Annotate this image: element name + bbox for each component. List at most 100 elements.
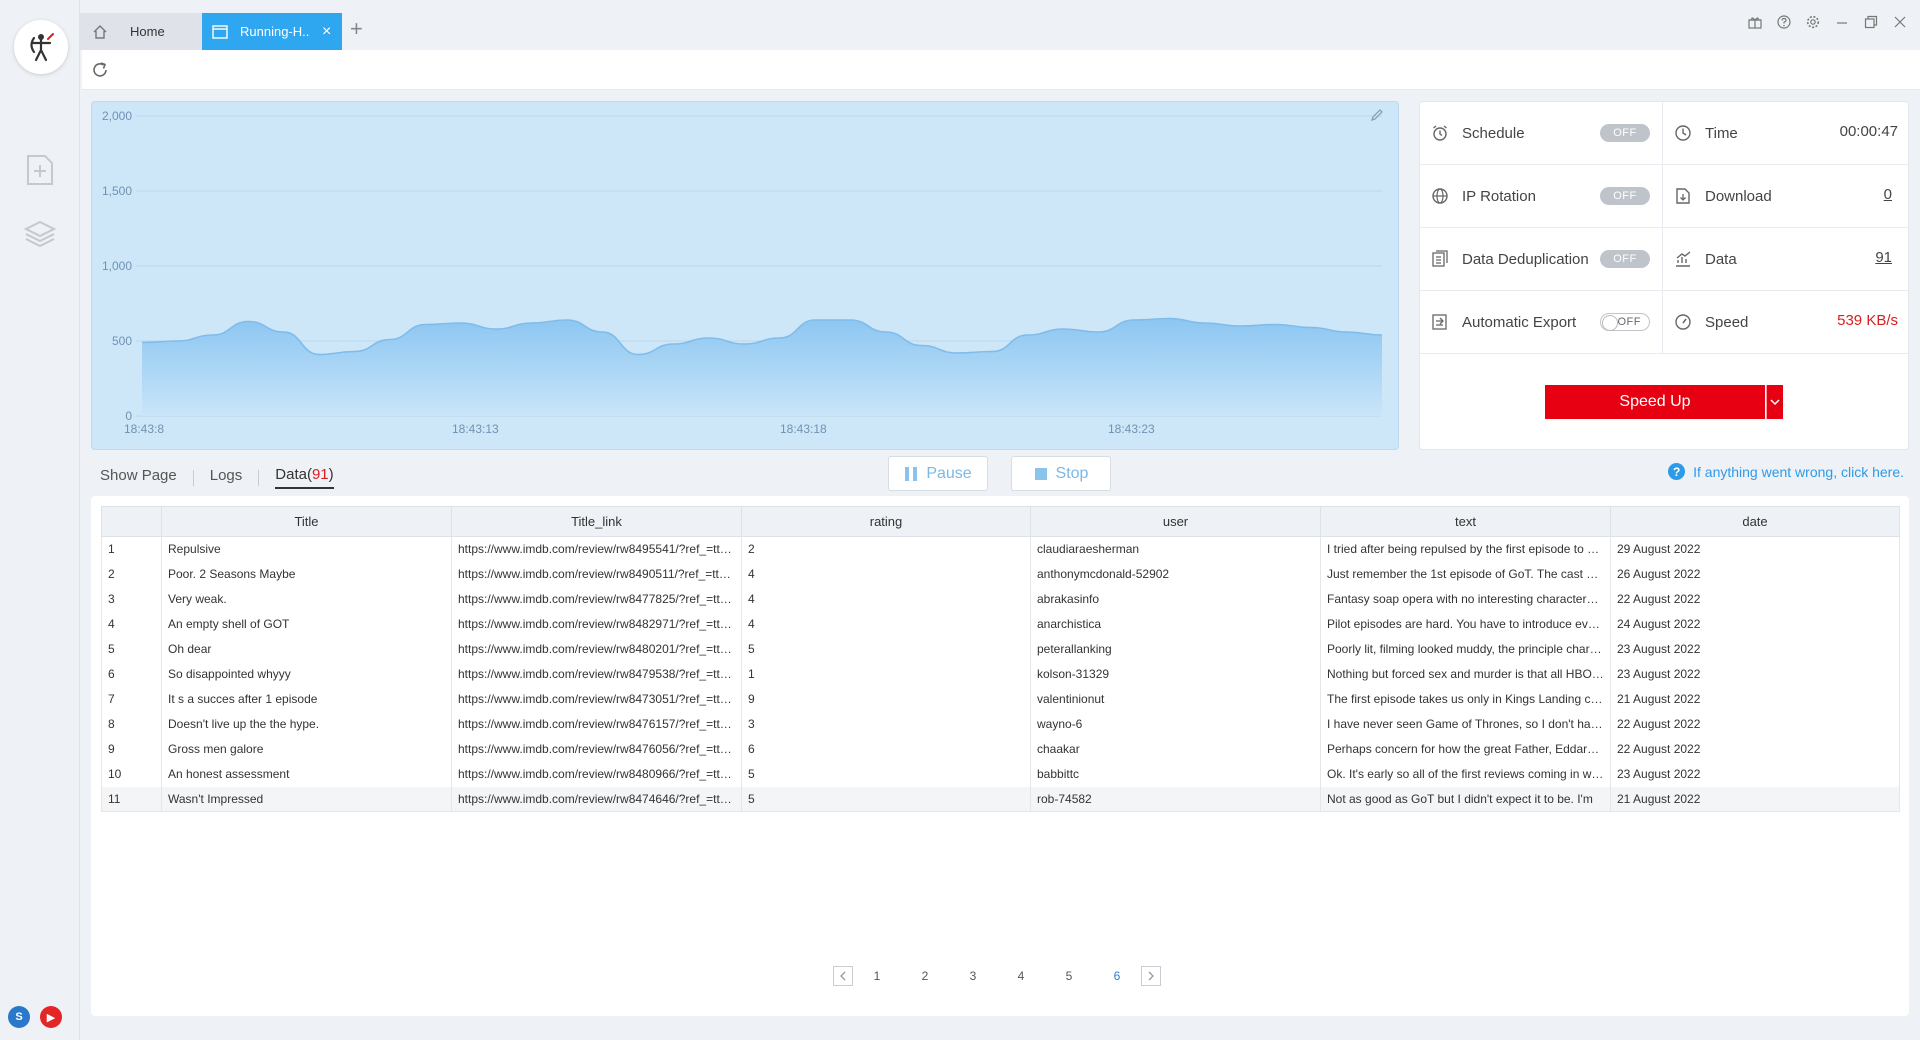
settings-icon[interactable]	[1805, 14, 1821, 30]
table-cell: Not as good as GoT but I didn't expect i…	[1320, 786, 1611, 812]
toolbar	[82, 50, 1920, 90]
table-row[interactable]: 8 Doesn't live up the the hype. https://ww…	[101, 711, 1900, 737]
page-number[interactable]: 2	[901, 969, 949, 983]
youtube-icon[interactable]: ▶	[40, 1006, 62, 1028]
tab-logs[interactable]: Logs	[210, 467, 243, 488]
table-body: 1 Repulsive https://www.imdb.com/review/rw…	[101, 536, 1900, 812]
left-rail: S ▶	[0, 0, 80, 1040]
table-row[interactable]: 7 It s a succes after 1 episode https://ww…	[101, 686, 1900, 712]
help-icon[interactable]	[1776, 14, 1792, 30]
layers-icon[interactable]	[22, 216, 58, 252]
tab-close-icon[interactable]: ×	[322, 23, 331, 40]
speed-up-button[interactable]: Speed Up	[1545, 385, 1765, 419]
table-cell: 10	[101, 761, 162, 787]
page-number[interactable]: 1	[853, 969, 901, 983]
help-link[interactable]: ? If anything went wrong, click here.	[1668, 463, 1904, 480]
page-number[interactable]: 4	[997, 969, 1045, 983]
tab-divider	[192, 469, 194, 486]
table-cell: https://www.imdb.com/review/rw8480966/?r…	[451, 761, 742, 787]
pause-button[interactable]: Pause	[888, 456, 988, 491]
speed-label: Speed	[1705, 313, 1749, 331]
table-cell: 6	[101, 661, 162, 687]
page-number[interactable]: 5	[1045, 969, 1093, 983]
table-cell: anarchistica	[1030, 611, 1321, 637]
page-number[interactable]: 6	[1093, 969, 1141, 983]
tab-data-count: 91	[311, 466, 329, 483]
table-cell: An empty shell of GOT	[161, 611, 452, 637]
table-row[interactable]: 9 Gross men galore https://www.imdb.com/re…	[101, 736, 1900, 762]
table-cell: https://www.imdb.com/review/rw8476056/?r…	[451, 736, 742, 762]
stop-button[interactable]: Stop	[1011, 456, 1111, 491]
table-row[interactable]: 4 An empty shell of GOT https://www.imdb.c…	[101, 611, 1900, 637]
pause-label: Pause	[926, 464, 972, 482]
time-value: 00:00:47	[1839, 123, 1898, 140]
refresh-icon[interactable]	[90, 60, 110, 80]
column-header[interactable]: Title	[161, 506, 452, 537]
table-cell: Oh dear	[161, 636, 452, 662]
table-row[interactable]: 5 Oh dear https://www.imdb.com/review/rw84…	[101, 636, 1900, 662]
table-cell: 6	[741, 736, 1031, 762]
page-number[interactable]: 3	[949, 969, 997, 983]
download-icon	[1673, 186, 1693, 206]
skype-icon[interactable]: S	[8, 1006, 30, 1028]
table-row[interactable]: 11 Wasn't Impressed https://www.imdb.com/r…	[101, 786, 1900, 812]
table-row[interactable]: 2 Poor. 2 Seasons Maybe https://www.imdb.c…	[101, 561, 1900, 587]
home-icon	[93, 24, 107, 39]
tab-show-page[interactable]: Show Page	[100, 467, 177, 488]
data-table: Title Title_link rating user text date 1 Repul…	[101, 506, 1900, 812]
table-row[interactable]: 1 Repulsive https://www.imdb.com/review/rw…	[101, 536, 1900, 562]
restore-icon[interactable]	[1863, 14, 1879, 30]
table-cell: https://www.imdb.com/review/rw8476157/?r…	[451, 711, 742, 737]
prev-page-button[interactable]	[833, 966, 853, 986]
tab-running[interactable]: Running-H... ×	[202, 13, 342, 50]
tab-divider	[258, 469, 260, 486]
column-header[interactable]: user	[1030, 506, 1321, 537]
tab-data[interactable]: Data(91)	[275, 466, 334, 489]
ip-rotation-toggle[interactable]: OFF	[1600, 187, 1650, 205]
new-task-icon[interactable]	[22, 152, 58, 188]
column-header[interactable]: rating	[741, 506, 1031, 537]
schedule-toggle[interactable]: OFF	[1600, 124, 1650, 142]
table-cell: 2	[101, 561, 162, 587]
stats-row-1: Schedule OFF Time 00:00:47	[1420, 102, 1910, 165]
column-header[interactable]: date	[1610, 506, 1900, 537]
x-tick-label: 18:43:13	[452, 422, 499, 436]
table-cell: 7	[101, 686, 162, 712]
column-header[interactable]: text	[1320, 506, 1611, 537]
table-cell: babbittc	[1030, 761, 1321, 787]
table-cell: https://www.imdb.com/review/rw8474646/?r…	[451, 786, 742, 812]
next-page-button[interactable]	[1141, 966, 1161, 986]
column-header[interactable]	[101, 506, 162, 537]
table-header-row: Title Title_link rating user text date	[101, 506, 1900, 537]
table-cell: 22 August 2022	[1610, 736, 1900, 762]
data-count-link[interactable]: 91	[1875, 249, 1892, 266]
table-cell: It s a succes after 1 episode	[161, 686, 452, 712]
table-cell: 29 August 2022	[1610, 536, 1900, 562]
chevron-down-icon	[1770, 399, 1780, 406]
table-row[interactable]: 3 Very weak. https://www.imdb.com/review/r…	[101, 586, 1900, 612]
data-deduplication-toggle[interactable]: OFF	[1600, 250, 1650, 268]
minimize-icon[interactable]	[1834, 14, 1850, 30]
table-cell: rob-74582	[1030, 786, 1321, 812]
table-cell: https://www.imdb.com/review/rw8490511/?r…	[451, 561, 742, 587]
table-cell: Ok. It's early so all of the first revie…	[1320, 761, 1611, 787]
automatic-export-label: Automatic Export	[1462, 313, 1577, 331]
column-header[interactable]: Title_link	[451, 506, 742, 537]
dedup-icon	[1430, 249, 1450, 269]
stats-row-3: Data Deduplication OFF Data 91	[1420, 228, 1910, 291]
automatic-export-toggle[interactable]: OFF	[1600, 313, 1650, 331]
tab-home[interactable]: Home	[80, 13, 202, 50]
table-cell: chaakar	[1030, 736, 1321, 762]
gift-icon[interactable]	[1747, 14, 1763, 30]
download-count-link[interactable]: 0	[1884, 186, 1892, 203]
table-row[interactable]: 6 So disappointed whyyy https://www.imdb.c…	[101, 661, 1900, 687]
table-row[interactable]: 10 An honest assessment https://www.imdb.c…	[101, 761, 1900, 787]
table-cell: Nothing but forced sex and murder is tha…	[1320, 661, 1611, 687]
table-cell: 4	[741, 586, 1031, 612]
add-tab-button[interactable]: +	[350, 18, 363, 40]
speed-up-dropdown-button[interactable]	[1766, 385, 1783, 419]
stats-row-2: IP Rotation OFF Download 0	[1420, 165, 1910, 228]
close-window-icon[interactable]	[1892, 14, 1908, 30]
app-logo[interactable]	[14, 20, 68, 74]
edit-icon[interactable]	[1370, 108, 1384, 125]
